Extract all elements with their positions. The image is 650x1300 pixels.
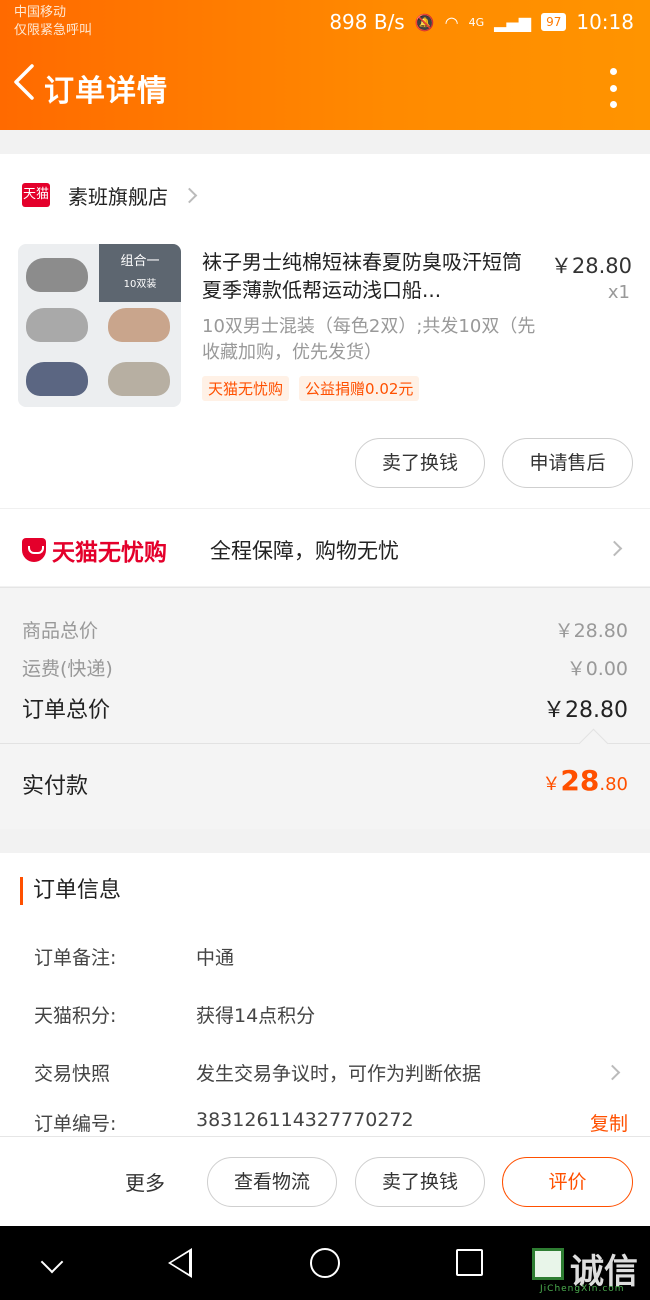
info-key: 天猫积分: bbox=[34, 1005, 117, 1027]
signal-type: 4G bbox=[468, 15, 485, 29]
app-header: 中国移动 仅限紧急呼叫 898 B/s 🔕 ◠ 4G ▂▄▆ 97 10:18 … bbox=[0, 0, 650, 130]
assurance-text: 全程保障，购物无忧 bbox=[210, 539, 399, 563]
signal-icon: ▂▄▆ bbox=[494, 12, 532, 32]
info-key: 订单编号: bbox=[34, 1113, 117, 1135]
info-value: 中通 bbox=[196, 947, 235, 969]
store-header[interactable]: 天猫 素班旗舰店 bbox=[22, 180, 198, 210]
points-row: 天猫积分: 获得14点积分 bbox=[34, 1001, 628, 1031]
summary-row-total: 订单总价 ￥28.80 bbox=[22, 692, 628, 724]
snapshot-row[interactable]: 交易快照 发生交易争议时，可作为判断依据 bbox=[34, 1059, 628, 1089]
order-note-row: 订单备注: 中通 bbox=[34, 943, 628, 973]
paid-integer: 28 bbox=[560, 764, 600, 797]
status-bar: 中国移动 仅限紧急呼叫 898 B/s 🔕 ◠ 4G ▂▄▆ 97 10:18 bbox=[0, 0, 650, 44]
sock-image bbox=[26, 258, 88, 292]
more-menu-icon[interactable] bbox=[608, 68, 618, 108]
store-name[interactable]: 素班旗舰店 bbox=[68, 181, 168, 210]
sock-image bbox=[26, 362, 88, 396]
assurance-logo: 天猫无忧购 bbox=[22, 533, 167, 567]
more-button[interactable]: 更多 bbox=[125, 1167, 165, 1196]
view-logistics-button[interactable]: 查看物流 bbox=[207, 1157, 337, 1207]
product-title[interactable]: 袜子男士纯棉短袜春夏防臭吸汗短筒夏季薄款低帮运动浅口船... bbox=[202, 248, 532, 304]
combo-count: 10双装 bbox=[123, 279, 157, 290]
page-title: 订单详情 bbox=[44, 74, 168, 109]
assurance-row[interactable]: 天猫无忧购 全程保障，购物无忧 bbox=[0, 508, 650, 586]
paid-label: 实付款 bbox=[22, 774, 89, 799]
product-quantity: x1 bbox=[607, 282, 630, 303]
carrier-name: 中国移动 bbox=[14, 5, 67, 20]
order-info-title: 订单信息 bbox=[20, 877, 121, 905]
carrier-info: 中国移动 仅限紧急呼叫 bbox=[14, 4, 92, 40]
emergency-call-text: 仅限紧急呼叫 bbox=[14, 23, 93, 38]
net-speed: 898 B/s bbox=[329, 10, 405, 34]
summary-label: 商品总价 bbox=[22, 620, 99, 642]
sell-button[interactable]: 卖了换钱 bbox=[355, 438, 485, 488]
summary-row-goods: 商品总价 ￥28.80 bbox=[22, 616, 628, 643]
tag-tmall-assured: 天猫无忧购 bbox=[202, 376, 290, 401]
tag-charity: 公益捐赠0.02元 bbox=[299, 376, 420, 401]
total-value: ￥28.80 bbox=[543, 698, 628, 723]
chevron-right-icon bbox=[181, 187, 198, 203]
review-button[interactable]: 评价 bbox=[502, 1157, 633, 1207]
watermark: 诚信 JiChengXin.com bbox=[526, 1226, 646, 1300]
nav-recent-icon[interactable] bbox=[456, 1249, 483, 1276]
bottom-action-bar: 更多 查看物流 卖了换钱 评价 bbox=[0, 1136, 650, 1226]
product-tags: 天猫无忧购 公益捐赠0.02元 bbox=[202, 376, 420, 401]
total-label: 订单总价 bbox=[22, 698, 111, 723]
price-summary: 商品总价 ￥28.80 运费(快递) ￥0.00 订单总价 ￥28.80 实付款… bbox=[0, 587, 650, 829]
order-number-row: 订单编号: 383126114327770272 复制 bbox=[34, 1109, 628, 1139]
wifi-icon: ◠ bbox=[444, 12, 459, 32]
sock-image bbox=[108, 308, 170, 342]
chevron-right-icon bbox=[604, 1064, 621, 1081]
store-card: 天猫 素班旗舰店 组合一 10双装 袜子男士纯棉短袜春夏防臭吸汗短筒夏季薄款低帮… bbox=[0, 154, 650, 586]
combo-title: 组合一 bbox=[120, 254, 160, 269]
info-value: 发生交易争议时，可作为判断依据 bbox=[196, 1063, 482, 1085]
battery-icon: 97 bbox=[541, 13, 567, 31]
watermark-sub: JiChengXin.com bbox=[540, 1284, 625, 1294]
sock-image bbox=[26, 308, 88, 342]
product-sku: 10双男士混装（每色2双）;共发10双（先收藏加购，优先发货） bbox=[202, 316, 536, 363]
product-thumbnail[interactable]: 组合一 10双装 bbox=[18, 244, 181, 407]
chevron-right-icon bbox=[606, 540, 623, 557]
assurance-brand: 天猫无忧购 bbox=[52, 540, 167, 566]
status-indicators: 898 B/s 🔕 ◠ 4G ▂▄▆ 97 10:18 bbox=[329, 10, 634, 34]
back-arrow-icon[interactable] bbox=[10, 62, 40, 102]
paid-currency: ￥ bbox=[542, 774, 561, 795]
copy-button[interactable]: 复制 bbox=[590, 1109, 628, 1136]
info-value: 获得14点积分 bbox=[196, 1005, 316, 1027]
nav-home-icon[interactable] bbox=[310, 1248, 340, 1278]
title-bar: 订单详情 bbox=[0, 44, 650, 130]
info-key: 订单备注: bbox=[34, 947, 117, 969]
combo-badge: 组合一 10双装 bbox=[99, 244, 181, 302]
shopping-bag-icon bbox=[22, 538, 46, 562]
sock-image bbox=[108, 362, 170, 396]
nav-back-icon[interactable] bbox=[168, 1248, 192, 1278]
mute-icon: 🔕 bbox=[414, 12, 435, 32]
order-number: 383126114327770272 bbox=[196, 1109, 414, 1131]
paid-amount: ￥28.80 bbox=[542, 764, 628, 797]
summary-value: ￥28.80 bbox=[554, 620, 628, 642]
after-sale-button[interactable]: 申请售后 bbox=[502, 438, 633, 488]
sell-button-bottom[interactable]: 卖了换钱 bbox=[355, 1157, 485, 1207]
system-nav-bar: 诚信 JiChengXin.com bbox=[0, 1226, 650, 1300]
hide-nav-icon[interactable] bbox=[40, 1250, 64, 1274]
tmall-logo-icon: 天猫 bbox=[22, 183, 50, 207]
paid-decimal: .80 bbox=[599, 774, 628, 795]
summary-value: ￥0.00 bbox=[566, 658, 628, 680]
clock: 10:18 bbox=[576, 10, 634, 34]
watermark-logo bbox=[532, 1248, 564, 1280]
summary-label: 运费(快递) bbox=[22, 658, 113, 680]
paid-amount-row: 实付款 ￥28.80 bbox=[0, 743, 650, 831]
product-price: ￥28.80 bbox=[550, 254, 632, 278]
order-info-card: 订单信息 订单备注: 中通 天猫积分: 获得14点积分 交易快照 发生交易争议时… bbox=[0, 853, 650, 1136]
summary-row-shipping: 运费(快递) ￥0.00 bbox=[22, 654, 628, 681]
info-key: 交易快照 bbox=[34, 1063, 111, 1085]
